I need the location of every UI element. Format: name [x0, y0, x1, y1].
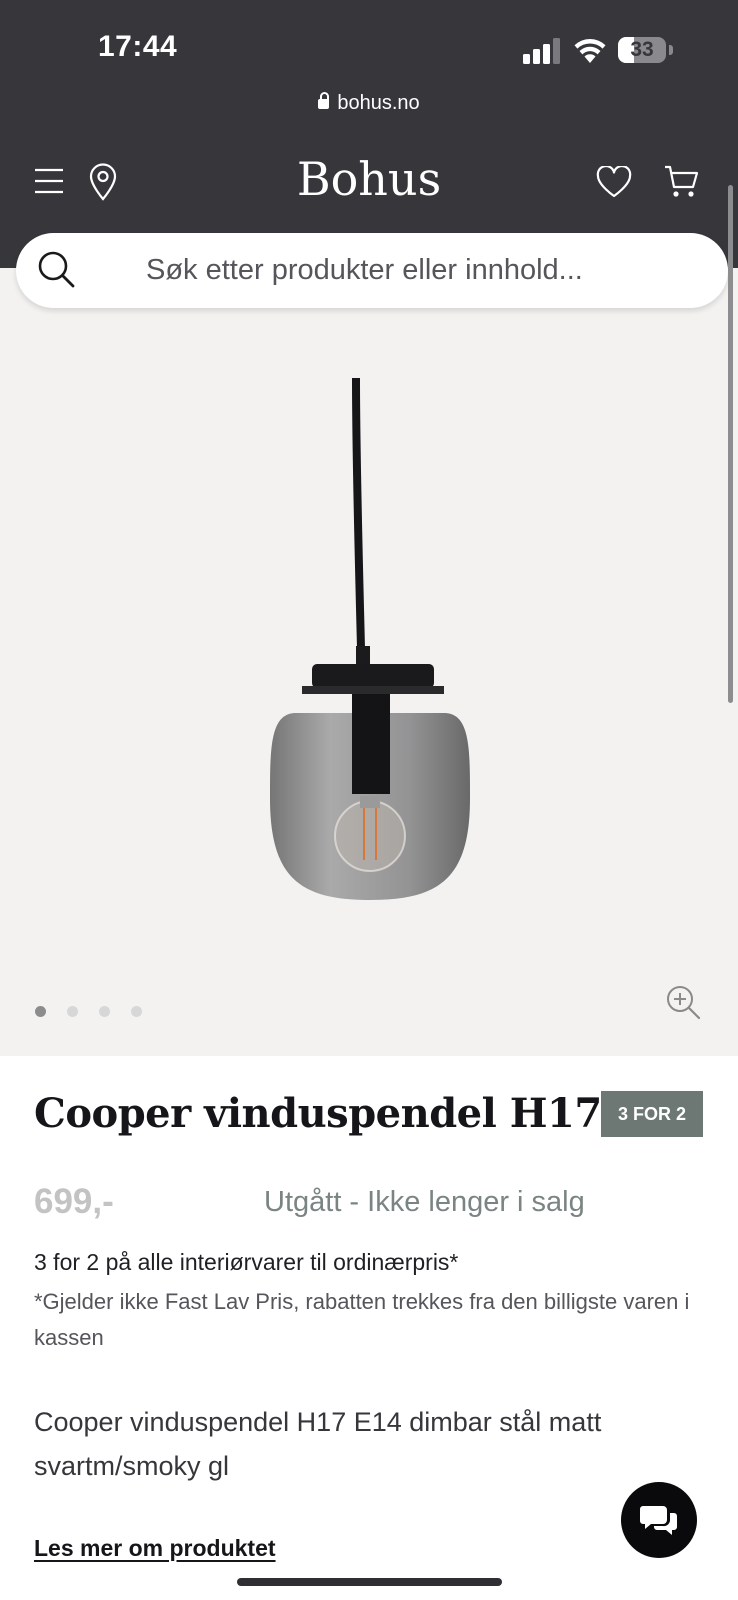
- gallery-dot[interactable]: [67, 1006, 78, 1017]
- battery-level: 33: [630, 38, 654, 61]
- zoom-in-icon[interactable]: [665, 984, 701, 1020]
- promo-note: *Gjelder ikke Fast Lav Pris, rabatten tr…: [34, 1289, 690, 1350]
- product-price: 699,-: [34, 1182, 114, 1221]
- search-icon[interactable]: [36, 249, 76, 289]
- chat-icon: [640, 1506, 677, 1535]
- promo-badge: 3 FOR 2: [601, 1091, 703, 1137]
- product-image: [270, 377, 470, 900]
- promo-text: 3 for 2 på alle interiørvarer til ordinæ…: [34, 1249, 459, 1275]
- wifi-icon: [574, 39, 606, 63]
- gallery-dot[interactable]: [35, 1006, 46, 1017]
- search-input[interactable]: [146, 249, 666, 291]
- search-bar[interactable]: [16, 233, 728, 308]
- read-more-link[interactable]: Les mer om produktet: [34, 1535, 276, 1562]
- site-header: 17:44 33 bohus.no Bohus: [0, 0, 738, 268]
- gallery-dot[interactable]: [131, 1006, 142, 1017]
- product-description: Cooper vinduspendel H17 E14 dimbar stål …: [34, 1407, 602, 1481]
- product-title: Cooper vinduspendel H17: [34, 1090, 602, 1137]
- heart-icon[interactable]: [596, 166, 632, 198]
- page-scrollbar[interactable]: [728, 185, 733, 703]
- product-image-gallery[interactable]: [0, 268, 738, 1056]
- address-bar[interactable]: bohus.no: [0, 92, 738, 115]
- status-time: 17:44: [98, 30, 178, 63]
- battery-indicator: 33: [618, 37, 674, 63]
- url-text: bohus.no: [337, 92, 420, 114]
- lock-icon: [318, 92, 330, 109]
- signal-icon: [523, 38, 560, 64]
- cart-icon[interactable]: [664, 165, 700, 199]
- chat-button[interactable]: [621, 1482, 697, 1558]
- availability-status: Utgått - Ikke lenger i salg: [264, 1186, 585, 1218]
- home-indicator[interactable]: [237, 1578, 502, 1586]
- gallery-dot[interactable]: [99, 1006, 110, 1017]
